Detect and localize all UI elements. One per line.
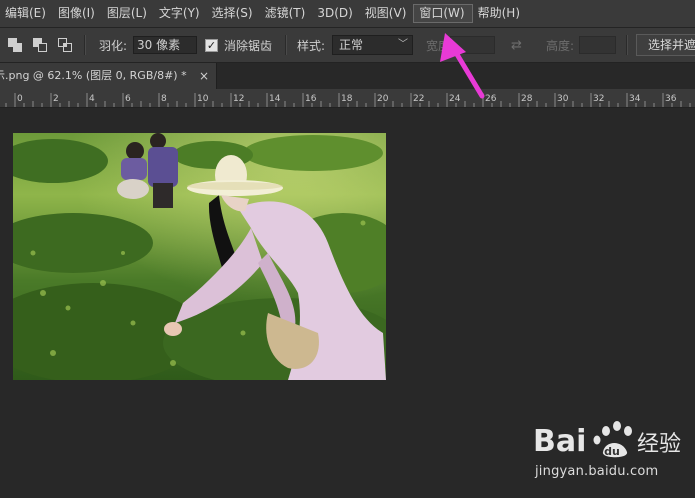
ruler-label: 14 [269,94,281,104]
document-tab-bar: 示.png @ 62.1% (图层 0, RGB/8#) * × [0,63,695,89]
menu-3d[interactable]: 3D(D) [312,4,359,23]
ruler-label: 32 [593,94,604,104]
ruler-label: 10 [197,94,209,104]
menu-select[interactable]: 选择(S) [207,4,260,23]
add-selection-icon [8,38,22,52]
separator [285,35,287,55]
checkmark-icon: ✓ [206,38,217,52]
baidu-jingyan-watermark: Bai du 经验 jingyan.baidu.com [533,418,693,484]
style-select[interactable]: 正常 ﹀ [332,35,413,55]
ruler-label: 2 [53,94,59,104]
ruler-label: 20 [377,94,389,104]
width-input[interactable] [450,36,495,54]
ruler-label: 34 [629,94,641,104]
ruler-label: 8 [161,94,167,104]
subtract-from-selection-button[interactable] [33,28,47,62]
style-label: 样式: [297,38,326,53]
intersect-selection-button[interactable] [58,28,72,62]
separator [84,35,86,55]
height-label: 高度: [546,38,575,53]
menu-help[interactable]: 帮助(H) [473,4,527,23]
ruler-label: 24 [449,94,461,104]
svg-text:du: du [604,445,620,458]
feather-input[interactable]: 30 像素 [133,36,197,54]
intersect-selection-icon [58,38,72,52]
height-input[interactable] [579,36,616,54]
select-and-mask-button[interactable]: 选择并遮住... [636,34,695,56]
ruler-label: 0 [17,94,23,104]
menu-edit[interactable]: 编辑(E) [0,4,53,23]
add-to-selection-button[interactable] [8,28,22,62]
horizontal-ruler[interactable]: 0 2 4 6 8 10 12 14 16 18 20 22 24 26 28 30 32 34 36 [0,89,695,108]
options-bar: 羽化: 30 像素 ✓ 消除锯齿 样式: 正常 ﹀ 宽度: ⇄ 高度: 选择并遮… [0,28,695,63]
document-tab[interactable]: 示.png @ 62.1% (图层 0, RGB/8#) * × [0,63,217,89]
ruler-label: 36 [665,94,677,104]
close-tab-icon[interactable]: × [199,63,209,89]
menu-image[interactable]: 图像(I) [53,4,102,23]
swap-icon: ⇄ [511,37,522,53]
menu-view[interactable]: 视图(V) [360,4,414,23]
swap-width-height-button[interactable]: ⇄ [511,28,522,62]
ruler-label: 16 [305,94,317,104]
antialias-checkbox[interactable]: ✓ [205,38,218,52]
ruler-label: 26 [485,94,497,104]
watermark-brand-text: 经验 [637,432,681,457]
menu-type[interactable]: 文字(Y) [154,4,207,23]
menu-layer[interactable]: 图层(L) [102,4,154,23]
menu-bar: 编辑(E) 图像(I) 图层(L) 文字(Y) 选择(S) 滤镜(T) 3D(D… [0,0,695,28]
baidu-logo: Bai du 经验 [533,421,681,459]
menu-filter[interactable]: 滤镜(T) [260,4,313,23]
ruler-label: 6 [125,94,131,104]
style-select-value: 正常 [339,38,364,52]
feather-label: 羽化: [99,38,128,53]
tea-picking-photo [13,133,386,380]
menu-window[interactable]: 窗口(W) [413,4,473,23]
ruler-label: 18 [341,94,353,104]
svg-text:Bai: Bai [533,424,586,459]
ruler-label: 30 [557,94,569,104]
ruler-label: 28 [521,94,533,104]
document-tab-title: 示.png @ 62.1% (图层 0, RGB/8#) * [0,69,187,82]
subtract-selection-icon [33,38,47,52]
separator [626,35,628,55]
ruler-label: 12 [233,94,244,104]
ruler-label: 22 [413,94,424,104]
chevron-down-icon: ﹀ [398,39,408,50]
antialias-label: 消除锯齿 [224,38,273,53]
ruler-ticks: 0 2 4 6 8 10 12 14 16 18 20 22 24 26 28 30 32 34 36 [5,93,691,107]
watermark-url: jingyan.baidu.com [535,464,659,479]
ruler-label: 4 [89,94,95,104]
